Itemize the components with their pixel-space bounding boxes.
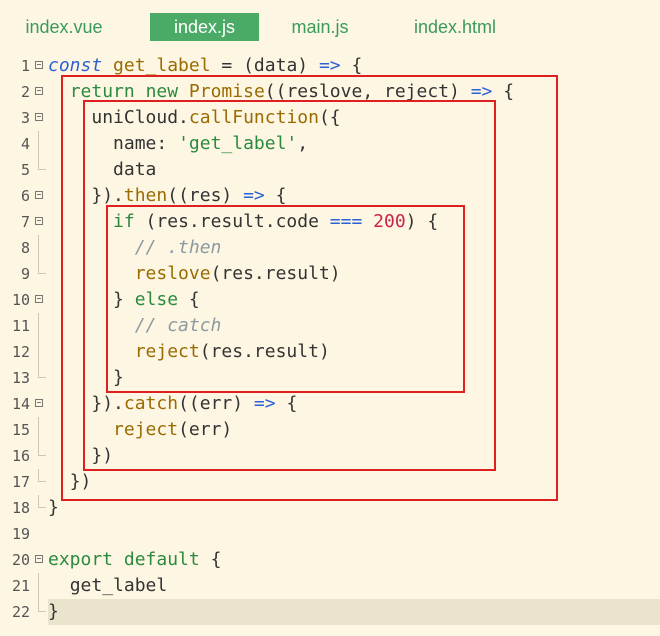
gutter-line: 15	[0, 417, 48, 443]
line-number: 19	[11, 525, 30, 543]
line-number: 22	[11, 603, 30, 621]
line-number: 11	[11, 317, 30, 335]
code-line[interactable]: export default {	[48, 547, 660, 573]
tab-main-js[interactable]: main.js	[276, 13, 364, 41]
gutter-line: 1	[0, 53, 48, 79]
current-code-line[interactable]: }	[48, 599, 660, 625]
gutter-line: 13	[0, 365, 48, 391]
code-line[interactable]: get_label	[48, 573, 660, 599]
code-text: get_label	[69, 575, 168, 596]
gutter-line: 22	[0, 599, 48, 625]
fold-toggle-icon[interactable]	[35, 555, 43, 563]
indent-guide	[38, 417, 39, 443]
gutter-line: 19	[0, 521, 48, 547]
gutter-line: 16	[0, 443, 48, 469]
keyword-default: default	[123, 549, 200, 570]
gutter-line: 12	[0, 339, 48, 365]
tab-index-html[interactable]: index.html	[398, 13, 512, 41]
indent-guide	[38, 339, 39, 365]
code-text: (data)	[243, 55, 319, 76]
gutter-line: 6	[0, 183, 48, 209]
gutter-line: 2	[0, 79, 48, 105]
line-number: 14	[11, 395, 30, 413]
arrow-operator: =>	[318, 55, 341, 76]
code-text: {	[199, 549, 222, 570]
line-number: 20	[11, 551, 30, 569]
tab-index-vue[interactable]: index.vue	[12, 13, 116, 41]
highlight-box-if-block	[106, 205, 465, 393]
line-number: 16	[11, 447, 30, 465]
fold-end-guide	[38, 365, 46, 378]
fold-end-guide	[38, 261, 46, 274]
keyword-const: const	[48, 55, 103, 76]
fold-toggle-icon[interactable]	[35, 87, 43, 95]
keyword-export: export	[48, 549, 114, 570]
gutter-line: 3	[0, 105, 48, 131]
gutter-line: 9	[0, 261, 48, 287]
gutter-line: 21	[0, 573, 48, 599]
fold-end-guide	[38, 443, 46, 456]
fold-toggle-icon[interactable]	[35, 113, 43, 121]
line-number: 13	[11, 369, 30, 387]
gutter-line: 8	[0, 235, 48, 261]
line-number: 9	[20, 265, 30, 283]
line-number: 8	[20, 239, 30, 257]
fold-toggle-icon[interactable]	[35, 399, 43, 407]
indent-guide	[38, 313, 39, 339]
line-number: 5	[20, 161, 30, 179]
line-number: 18	[11, 499, 30, 517]
line-number: 2	[20, 83, 30, 101]
tab-index-js[interactable]: index.js	[150, 13, 259, 41]
fold-toggle-icon[interactable]	[35, 217, 43, 225]
fold-end-guide	[38, 469, 46, 482]
gutter-line: 5	[0, 157, 48, 183]
code-text: {	[340, 55, 363, 76]
gutter-line: 20	[0, 547, 48, 573]
line-number: 4	[20, 135, 30, 153]
code-text: }	[48, 601, 59, 622]
fold-end-guide	[38, 495, 46, 508]
indent-guide	[38, 573, 39, 599]
gutter-line: 17	[0, 469, 48, 495]
indent-guide	[38, 131, 39, 157]
code-text: =	[210, 55, 244, 76]
code-text: }	[48, 497, 59, 518]
gutter-line: 4	[0, 131, 48, 157]
editor-tab-bar: index.vue index.js main.js index.html	[0, 0, 660, 50]
line-number: 7	[20, 213, 30, 231]
fold-toggle-icon[interactable]	[35, 191, 43, 199]
fold-toggle-icon[interactable]	[35, 295, 43, 303]
fold-end-guide	[38, 157, 46, 170]
line-number: 6	[20, 187, 30, 205]
line-number: 1	[20, 57, 30, 75]
gutter-line: 18	[0, 495, 48, 521]
gutter-line: 11	[0, 313, 48, 339]
gutter-line: 7	[0, 209, 48, 235]
gutter-line: 14	[0, 391, 48, 417]
line-number: 12	[11, 343, 30, 361]
indent-guide	[38, 235, 39, 261]
gutter-line: 10	[0, 287, 48, 313]
line-number: 21	[11, 577, 30, 595]
line-number: 17	[11, 473, 30, 491]
line-number: 10	[11, 291, 30, 309]
line-number: 3	[20, 109, 30, 127]
function-name: get_label	[113, 55, 211, 76]
line-number: 15	[11, 421, 30, 439]
fold-toggle-icon[interactable]	[35, 61, 43, 69]
code-line[interactable]	[48, 521, 660, 547]
fold-end-guide	[38, 599, 46, 612]
